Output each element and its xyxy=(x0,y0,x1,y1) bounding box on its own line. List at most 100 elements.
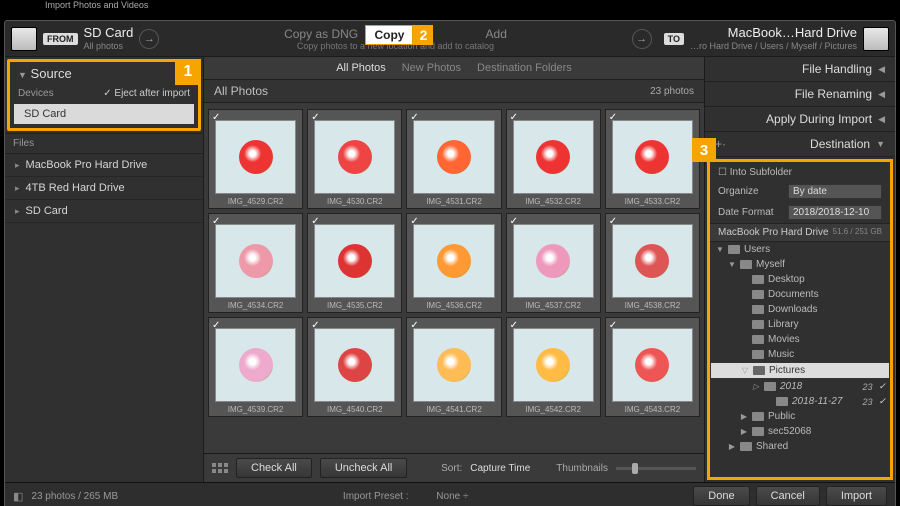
tab-destination-folders[interactable]: Destination Folders xyxy=(477,62,572,74)
thumbnail[interactable]: ✓ IMG_4540.CR2 xyxy=(307,317,402,417)
thumbnail[interactable]: ✓IMG_4529.CR2 xyxy=(208,109,303,209)
folder-icon xyxy=(752,335,764,344)
tree-row[interactable]: Desktop xyxy=(710,272,890,287)
dest-drive-name[interactable]: MacBook Pro Hard Drive xyxy=(718,227,829,238)
tree-row[interactable]: 2018-11-2723✓ xyxy=(710,394,890,409)
source-device-selected[interactable]: SD Card xyxy=(14,104,194,124)
arrow-right-icon: → xyxy=(632,29,652,49)
grid-count: 23 photos xyxy=(650,86,694,97)
thumb-checkbox[interactable]: ✓ xyxy=(510,216,518,227)
copy-highlight[interactable]: Copy xyxy=(365,25,413,45)
thumb-checkbox[interactable]: ✓ xyxy=(410,216,418,227)
sort-value[interactable]: Capture Time xyxy=(470,463,530,474)
import-preset-select[interactable]: None xyxy=(436,491,460,502)
thumbnail[interactable]: ✓IMG_4530.CR2 xyxy=(307,109,402,209)
thumb-filename: IMG_4531.CR2 xyxy=(407,196,500,208)
thumbnail[interactable]: ✓IMG_4532.CR2 xyxy=(506,109,601,209)
organize-select[interactable]: By date xyxy=(788,184,882,199)
thumb-checkbox[interactable]: ✓ xyxy=(212,112,220,123)
thumb-checkbox[interactable]: ✓ xyxy=(510,112,518,123)
tab-new-photos[interactable]: New Photos xyxy=(402,62,461,74)
thumbnail[interactable]: ✓IMG_4535.CR2 xyxy=(307,213,402,313)
thumbnail[interactable]: ✓ IMG_4531.CR2 xyxy=(406,109,501,209)
thumb-filename: IMG_4538.CR2 xyxy=(606,300,699,312)
tree-row[interactable]: ▽Pictures xyxy=(710,362,890,379)
thumb-filename: IMG_4537.CR2 xyxy=(507,300,600,312)
thumb-checkbox[interactable]: ✓ xyxy=(510,320,518,331)
thumb-checkbox[interactable]: ✓ xyxy=(311,320,319,331)
tree-row[interactable]: ▼Myself xyxy=(710,257,890,272)
thumbnail-grid[interactable]: ✓IMG_4529.CR2✓IMG_4530.CR2✓IMG_4531.CR2✓… xyxy=(204,103,704,453)
source-panel: 1 ▼ Source Devices ✓ Eject after import … xyxy=(7,59,201,131)
source-title[interactable]: Source xyxy=(31,66,72,81)
mode-copy-dng[interactable]: Copy as DNG xyxy=(284,27,358,41)
tree-row[interactable]: ▶Shared xyxy=(710,439,890,454)
date-format-select[interactable]: 2018/2018-12-10 xyxy=(788,205,882,220)
thumb-checkbox[interactable]: ✓ xyxy=(410,112,418,123)
grid-view-icon[interactable] xyxy=(212,463,228,473)
check-all-button[interactable]: Check All xyxy=(236,458,312,478)
folder-tree[interactable]: ▼Users▼MyselfDesktopDocumentsDownloadsLi… xyxy=(710,242,890,473)
date-format-label: Date Format xyxy=(718,207,774,218)
thumb-checkbox[interactable]: ✓ xyxy=(212,320,220,331)
thumb-checkbox[interactable]: ✓ xyxy=(609,320,617,331)
tree-row[interactable]: ▷201823✓ xyxy=(710,379,890,394)
thumbnail[interactable]: ✓IMG_4542.CR2 xyxy=(506,317,601,417)
thumb-filename: IMG_4540.CR2 xyxy=(308,404,401,416)
tree-row[interactable]: Documents xyxy=(710,287,890,302)
thumb-checkbox[interactable]: ✓ xyxy=(212,216,220,227)
thumb-image xyxy=(314,120,395,194)
thumbnail-size-slider[interactable] xyxy=(616,467,696,470)
thumb-checkbox[interactable]: ✓ xyxy=(311,216,319,227)
thumbnail[interactable]: ✓IMG_4543.CR2 xyxy=(605,317,700,417)
into-subfolder-check[interactable]: ☐ Into Subfolder xyxy=(718,167,792,178)
folder-icon xyxy=(752,275,764,284)
thumb-image xyxy=(215,224,296,298)
thumbnail[interactable]: ✓IMG_4539.CR2 xyxy=(208,317,303,417)
folder-icon xyxy=(752,320,764,329)
tree-row[interactable]: Downloads xyxy=(710,302,890,317)
tab-all-photos[interactable]: All Photos xyxy=(336,62,386,74)
cancel-button[interactable]: Cancel xyxy=(756,486,820,506)
loupe-icon[interactable]: ◧ xyxy=(13,490,23,503)
file-drive-item[interactable]: SD Card xyxy=(5,200,203,223)
left-panel: 1 ▼ Source Devices ✓ Eject after import … xyxy=(5,57,204,482)
from-device: SD Card xyxy=(84,26,134,41)
to-box[interactable]: TO MacBook…Hard Drive …ro Hard Drive / U… xyxy=(658,26,889,51)
thumb-checkbox[interactable]: ✓ xyxy=(311,112,319,123)
file-renaming-panel[interactable]: File Renaming◀ xyxy=(705,82,895,107)
import-button[interactable]: Import xyxy=(826,486,887,506)
thumb-checkbox[interactable]: ✓ xyxy=(410,320,418,331)
thumbnail[interactable]: ✓IMG_4541.CR2 xyxy=(406,317,501,417)
tree-row[interactable]: Music xyxy=(710,347,890,362)
uncheck-all-button[interactable]: Uncheck All xyxy=(320,458,407,478)
eject-checkbox[interactable]: ✓ Eject after import xyxy=(103,88,190,99)
to-tag: TO xyxy=(664,33,684,45)
tree-row[interactable]: Library xyxy=(710,317,890,332)
tree-row[interactable]: ▶Public xyxy=(710,409,890,424)
thumbnail[interactable]: ✓ IMG_4537.CR2 xyxy=(506,213,601,313)
thumb-image xyxy=(413,224,494,298)
folder-icon xyxy=(752,350,764,359)
step-1-badge: 1 xyxy=(175,59,201,85)
thumbnail[interactable]: ✓IMG_4533.CR2 xyxy=(605,109,700,209)
apply-during-import-panel[interactable]: Apply During Import◀ xyxy=(705,107,895,132)
tree-row[interactable]: ▶sec52068 xyxy=(710,424,890,439)
thumb-checkbox[interactable]: ✓ xyxy=(609,112,617,123)
tree-row[interactable]: ▼Users xyxy=(710,242,890,257)
thumbnail[interactable]: ✓IMG_4534.CR2 xyxy=(208,213,303,313)
drive-icon xyxy=(11,27,37,51)
done-button[interactable]: Done xyxy=(693,486,749,506)
thumb-checkbox[interactable]: ✓ xyxy=(609,216,617,227)
mode-add[interactable]: Add xyxy=(486,27,507,41)
destination-panel-header[interactable]: +·Destination▼ xyxy=(705,132,895,157)
file-drive-item[interactable]: MacBook Pro Hard Drive xyxy=(5,154,203,177)
from-box[interactable]: FROM SD Card All photos xyxy=(11,26,133,51)
file-handling-panel[interactable]: File Handling◀ xyxy=(705,57,895,82)
tree-row[interactable]: Movies xyxy=(710,332,890,347)
status-text: 23 photos / 265 MB xyxy=(31,491,118,502)
thumbnail[interactable]: ✓ IMG_4538.CR2 xyxy=(605,213,700,313)
thumbnail[interactable]: ✓IMG_4536.CR2 xyxy=(406,213,501,313)
thumb-image xyxy=(413,328,494,402)
file-drive-item[interactable]: 4TB Red Hard Drive xyxy=(5,177,203,200)
